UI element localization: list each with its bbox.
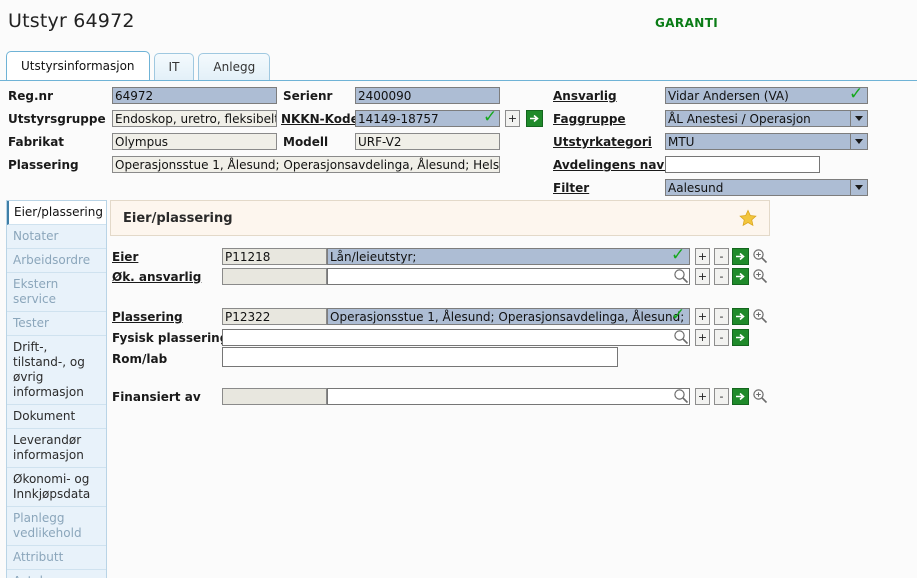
tab-it[interactable]: IT [153, 53, 195, 80]
utstyrkategori-select[interactable]: MTU [665, 133, 868, 150]
finansiert-av-remove-button[interactable]: - [714, 388, 729, 405]
fysisk-plassering-remove-button[interactable]: - [714, 329, 729, 346]
finansiert-av-goto-arrow-right-box-icon[interactable] [732, 388, 749, 405]
eier-code-input[interactable]: P11218 [222, 248, 327, 265]
plassering-magnifier-icon[interactable] [752, 308, 768, 324]
fysisk-plassering-input[interactable] [222, 329, 690, 346]
nkkn-kode-input[interactable]: 14149-18757 [355, 110, 500, 127]
label-ansvarlig: Ansvarlig [553, 89, 617, 103]
chevron-down-icon [850, 111, 867, 126]
plassering-add-button[interactable]: + [695, 308, 710, 325]
label-rom-lab: Rom/lab [112, 352, 168, 366]
chevron-down-icon [850, 134, 867, 149]
label-fabrikat: Fabrikat [8, 135, 65, 149]
label-serienr: Serienr [283, 89, 333, 103]
faggruppe-value: ÅL Anestesi / Operasjon [668, 112, 811, 126]
ok-ansvarlig-magnifier-icon[interactable] [752, 268, 768, 284]
regnr-input[interactable]: 64972 [112, 87, 277, 104]
ok-ansvarlig-goto-arrow-right-box-icon[interactable] [732, 268, 749, 285]
ok-ansvarlig-inline-magnifier-icon[interactable] [673, 268, 689, 284]
avdelingens-navn-input[interactable] [665, 156, 820, 173]
plassering-value-input[interactable]: Operasjonsstue 1, Ålesund; Operasjonsavd… [327, 308, 690, 325]
faggruppe-select[interactable]: ÅL Anestesi / Operasjon [665, 110, 868, 127]
panel-title: Eier/plassering [123, 211, 233, 226]
plassering-code-input[interactable]: P12322 [222, 308, 327, 325]
eier-goto-arrow-right-box-icon[interactable] [732, 248, 749, 265]
plassering-goto-arrow-right-box-icon[interactable] [732, 308, 749, 325]
label-faggruppe: Faggruppe [553, 112, 626, 126]
sidebar-item-eier-plassering[interactable]: Eier/plassering [7, 201, 106, 225]
label-modell: Modell [283, 135, 329, 149]
label-utstyrsgruppe: Utstyrsgruppe [8, 112, 106, 126]
nkkn-goto-arrow-right-box-icon[interactable] [526, 110, 543, 127]
serienr-input[interactable]: 2400090 [355, 87, 500, 104]
label-eier: Eier [112, 250, 139, 264]
chevron-down-icon [850, 180, 867, 195]
ok-ansvarlig-remove-button[interactable]: - [714, 268, 729, 285]
fysisk-plassering-goto-arrow-right-box-icon[interactable] [732, 329, 749, 346]
label-nkkn-kode: NKKN-Kode [281, 112, 359, 126]
panel-header: Eier/plassering [110, 200, 770, 236]
finansiert-av-value-input[interactable] [327, 388, 690, 405]
label-finansiert-av: Finansiert av [112, 390, 201, 404]
main-form: Eier P11218 Lån/leieutstyr; ✓ + - Øk. an… [0, 236, 917, 578]
label-fysisk-plassering: Fysisk plassering [112, 331, 229, 345]
ok-ansvarlig-value-input[interactable] [327, 268, 690, 285]
label-plassering-top: Plassering [8, 158, 79, 172]
tab-bar: Utstyrsinformasjon IT Anlegg [6, 51, 274, 80]
fysisk-plassering-inline-magnifier-icon[interactable] [673, 329, 689, 345]
label-filter: Filter [553, 181, 590, 195]
label-avdelingens-navn: Avdelingens navn [553, 158, 673, 172]
utstyrsgruppe-input[interactable]: Endoskop, uretro, fleksibelt, [112, 110, 277, 127]
eier-add-button[interactable]: + [695, 248, 710, 265]
label-regnr: Reg.nr [8, 89, 53, 103]
utstyrkategori-value: MTU [668, 135, 695, 149]
ansvarlig-input[interactable]: Vidar Andersen (VA) [665, 87, 868, 104]
plassering-remove-button[interactable]: - [714, 308, 729, 325]
tab-underline [0, 80, 917, 81]
top-form: Reg.nr 64972 Serienr 2400090 Utstyrsgrup… [0, 85, 917, 196]
ok-ansvarlig-add-button[interactable]: + [695, 268, 710, 285]
page-title: Utstyr 64972 [8, 10, 135, 32]
star-icon[interactable] [739, 209, 757, 227]
tab-utstyrsinformasjon[interactable]: Utstyrsinformasjon [6, 51, 150, 80]
eier-value-input[interactable]: Lån/leieutstyr; [327, 248, 690, 265]
plassering-top-input[interactable]: Operasjonsstue 1, Ålesund; Operasjonsavd… [112, 156, 500, 173]
filter-value: Aalesund [668, 181, 724, 195]
eier-remove-button[interactable]: - [714, 248, 729, 265]
label-ok-ansvarlig: Øk. ansvarlig [112, 270, 202, 284]
ok-ansvarlig-code-input[interactable] [222, 268, 327, 285]
fabrikat-input[interactable]: Olympus [112, 133, 277, 150]
finansiert-av-add-button[interactable]: + [695, 388, 710, 405]
modell-input[interactable]: URF-V2 [355, 133, 500, 150]
warranty-badge: GARANTI [655, 16, 719, 30]
fysisk-plassering-add-button[interactable]: + [695, 329, 710, 346]
finansiert-av-code-input[interactable] [222, 388, 327, 405]
filter-select[interactable]: Aalesund [665, 179, 868, 196]
finansiert-av-inline-magnifier-icon[interactable] [673, 388, 689, 404]
eier-magnifier-icon[interactable] [752, 248, 768, 264]
tab-anlegg[interactable]: Anlegg [198, 53, 271, 80]
finansiert-av-magnifier-icon[interactable] [752, 388, 768, 404]
label-utstyrkategori: Utstyrkategori [553, 135, 652, 149]
nkkn-add-button[interactable]: + [505, 110, 520, 127]
equipment-detail-page: Utstyr 64972 GARANTI Utstyrsinformasjon … [0, 0, 917, 578]
rom-lab-input[interactable] [222, 347, 618, 367]
label-plassering-main: Plassering [112, 310, 183, 324]
